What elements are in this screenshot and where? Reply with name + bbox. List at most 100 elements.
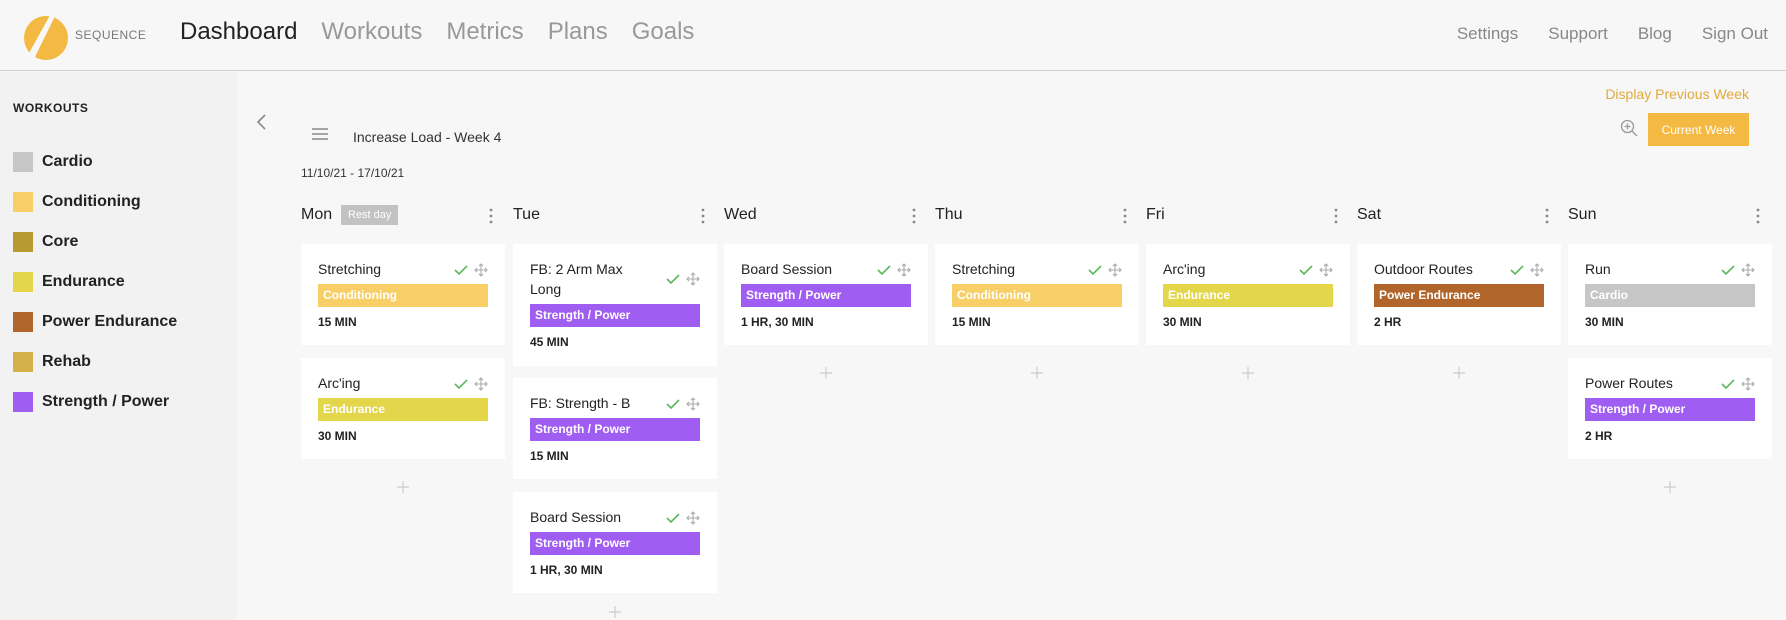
move-icon[interactable] bbox=[1108, 263, 1122, 277]
day-header: Mon Rest day bbox=[301, 205, 505, 230]
nav-workouts[interactable]: Workouts bbox=[321, 18, 422, 46]
nav-blog[interactable]: Blog bbox=[1638, 24, 1672, 44]
day-name: Thu bbox=[935, 206, 963, 223]
category-tag: Strength / Power bbox=[1585, 398, 1755, 421]
plus-icon[interactable] bbox=[1241, 366, 1255, 380]
nav-settings[interactable]: Settings bbox=[1457, 24, 1518, 44]
workout-title: Arc'ing bbox=[318, 375, 361, 391]
move-icon[interactable] bbox=[474, 263, 488, 277]
account-nav: Settings Support Blog Sign Out bbox=[1457, 24, 1768, 44]
workout-card[interactable]: Power Routes Strength / Power 2 HR bbox=[1568, 358, 1772, 459]
day-name: Tue bbox=[513, 206, 540, 223]
plus-icon[interactable] bbox=[819, 366, 833, 380]
category-endurance[interactable]: Endurance bbox=[13, 262, 177, 302]
day-name: Mon bbox=[301, 206, 333, 223]
workout-card[interactable]: Arc'ing Endurance 30 MIN bbox=[1146, 244, 1350, 345]
workout-card[interactable]: Board Session Strength / Power 1 HR, 30 … bbox=[724, 244, 928, 345]
workout-card[interactable]: Stretching Conditioning 15 MIN bbox=[935, 244, 1139, 345]
workout-card[interactable]: Board Session Strength / Power 1 HR, 30 … bbox=[513, 492, 717, 593]
workout-card[interactable]: Run Cardio 30 MIN bbox=[1568, 244, 1772, 345]
check-icon[interactable] bbox=[454, 264, 468, 276]
sidebar-title: WORKOUTS bbox=[13, 101, 89, 115]
more-vertical-icon[interactable] bbox=[1334, 208, 1338, 224]
category-tag: Endurance bbox=[318, 398, 488, 421]
move-icon[interactable] bbox=[686, 272, 700, 286]
more-vertical-icon[interactable] bbox=[1123, 208, 1127, 224]
zoom-in-icon[interactable] bbox=[1620, 119, 1638, 137]
hamburger-menu-icon[interactable] bbox=[311, 127, 329, 141]
move-icon[interactable] bbox=[1741, 263, 1755, 277]
workout-card[interactable]: Outdoor Routes Power Endurance 2 HR bbox=[1357, 244, 1561, 345]
plan-title: Increase Load - Week 4 bbox=[353, 129, 502, 145]
move-icon[interactable] bbox=[1319, 263, 1333, 277]
day-name: Sat bbox=[1357, 206, 1382, 223]
nav-dashboard[interactable]: Dashboard bbox=[180, 18, 297, 46]
nav-support[interactable]: Support bbox=[1548, 24, 1608, 44]
plus-icon[interactable] bbox=[1452, 366, 1466, 380]
move-icon[interactable] bbox=[474, 377, 488, 391]
category-swatch bbox=[13, 392, 33, 412]
display-previous-week-link[interactable]: Display Previous Week bbox=[1605, 86, 1749, 102]
check-icon[interactable] bbox=[454, 378, 468, 390]
check-icon[interactable] bbox=[1510, 264, 1524, 276]
check-icon[interactable] bbox=[666, 512, 680, 524]
workout-title: Arc'ing bbox=[1163, 261, 1206, 277]
nav-goals[interactable]: Goals bbox=[632, 18, 695, 46]
nav-plans[interactable]: Plans bbox=[548, 18, 608, 46]
plus-icon[interactable] bbox=[1663, 480, 1677, 494]
category-swatch bbox=[13, 232, 33, 252]
category-swatch bbox=[13, 192, 33, 212]
check-icon[interactable] bbox=[666, 398, 680, 410]
category-rehab[interactable]: Rehab bbox=[13, 342, 177, 382]
category-power-endurance[interactable]: Power Endurance bbox=[13, 302, 177, 342]
current-week-button[interactable]: Current Week bbox=[1648, 113, 1749, 146]
category-strength-power[interactable]: Strength / Power bbox=[13, 382, 177, 422]
category-conditioning[interactable]: Conditioning bbox=[13, 182, 177, 222]
check-icon[interactable] bbox=[1721, 378, 1735, 390]
day-header: Tue bbox=[513, 206, 717, 230]
move-icon[interactable] bbox=[897, 263, 911, 277]
check-icon[interactable] bbox=[666, 273, 680, 285]
move-icon[interactable] bbox=[686, 511, 700, 525]
category-label: Conditioning bbox=[42, 193, 141, 210]
workout-card[interactable]: FB: 2 Arm Max Long Strength / Power 45 M… bbox=[513, 244, 717, 366]
plus-icon[interactable] bbox=[1030, 366, 1044, 380]
chevron-left-icon[interactable] bbox=[253, 112, 271, 132]
main-nav: Dashboard Workouts Metrics Plans Goals bbox=[180, 18, 694, 46]
sequence-logo[interactable] bbox=[20, 5, 70, 65]
plus-icon[interactable] bbox=[608, 605, 622, 619]
category-label: Power Endurance bbox=[42, 313, 178, 330]
more-vertical-icon[interactable] bbox=[1756, 208, 1760, 224]
workout-category-legend: Cardio Conditioning Core Endurance Power… bbox=[13, 142, 177, 422]
day-column-tue: Tue FB: 2 Arm Max Long Strength / Power … bbox=[513, 206, 717, 618]
check-icon[interactable] bbox=[1721, 264, 1735, 276]
workout-card[interactable]: Stretching Conditioning 15 MIN bbox=[301, 244, 505, 345]
brand-name: SEQUENCE bbox=[75, 28, 147, 42]
category-core[interactable]: Core bbox=[13, 222, 177, 262]
category-tag: Strength / Power bbox=[741, 284, 911, 307]
workout-title: Board Session bbox=[741, 261, 833, 277]
more-vertical-icon[interactable] bbox=[1545, 208, 1549, 224]
nav-metrics[interactable]: Metrics bbox=[446, 18, 523, 46]
workout-card[interactable]: Arc'ing Endurance 30 MIN bbox=[301, 358, 505, 459]
category-cardio[interactable]: Cardio bbox=[13, 142, 177, 182]
check-icon[interactable] bbox=[1088, 264, 1102, 276]
check-icon[interactable] bbox=[877, 264, 891, 276]
workout-card[interactable]: FB: Strength - B Strength / Power 15 MIN bbox=[513, 378, 717, 479]
move-icon[interactable] bbox=[686, 397, 700, 411]
category-tag: Conditioning bbox=[318, 284, 488, 307]
plus-icon[interactable] bbox=[396, 480, 410, 494]
day-header: Thu bbox=[935, 206, 1139, 230]
category-tag: Strength / Power bbox=[530, 532, 700, 555]
move-icon[interactable] bbox=[1741, 377, 1755, 391]
more-vertical-icon[interactable] bbox=[912, 208, 916, 224]
category-label: Strength / Power bbox=[42, 393, 170, 410]
more-vertical-icon[interactable] bbox=[701, 208, 705, 224]
category-swatch bbox=[13, 352, 33, 372]
move-icon[interactable] bbox=[1530, 263, 1544, 277]
check-icon[interactable] bbox=[1299, 264, 1313, 276]
nav-sign-out[interactable]: Sign Out bbox=[1702, 24, 1768, 44]
day-name: Sun bbox=[1568, 206, 1597, 223]
more-vertical-icon[interactable] bbox=[489, 208, 493, 224]
rest-day-badge: Rest day bbox=[341, 205, 399, 225]
